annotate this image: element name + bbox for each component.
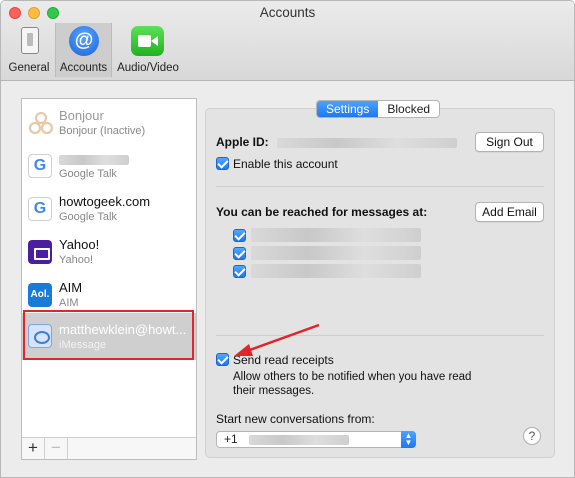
start-conversations-value: +1 bbox=[224, 432, 238, 446]
toolbar-audio-video-label: Audio/Video bbox=[117, 62, 179, 74]
toolbar-general[interactable]: General bbox=[6, 23, 52, 77]
title-bar: Accounts General @ Accounts Audio/Video bbox=[1, 1, 574, 81]
select-arrows-icon: ▲ ▼ bbox=[401, 431, 416, 448]
account-type: Google Talk bbox=[59, 168, 117, 180]
account-item-google-talk[interactable]: G Google Talk bbox=[22, 145, 196, 188]
apple-id-label: Apple ID: bbox=[216, 135, 269, 149]
redacted-text bbox=[251, 245, 421, 260]
account-type: Bonjour (Inactive) bbox=[59, 125, 146, 137]
account-item-aim[interactable]: Aol. AIM AIM bbox=[22, 274, 196, 317]
tab-settings[interactable]: Settings bbox=[317, 101, 379, 117]
account-item-bonjour[interactable]: Bonjour Bonjour (Inactive) bbox=[22, 102, 196, 145]
read-receipts-description: Allow others to be notified when you hav… bbox=[233, 371, 472, 397]
google-icon: G bbox=[28, 197, 52, 221]
account-name: Yahoo! bbox=[59, 237, 100, 252]
enable-account-label: Enable this account bbox=[233, 157, 338, 171]
settings-tabs: Settings Blocked bbox=[316, 100, 441, 118]
divider bbox=[216, 335, 544, 336]
aim-icon: Aol. bbox=[28, 283, 52, 307]
google-icon: G bbox=[28, 154, 52, 178]
general-switch-icon bbox=[21, 27, 39, 54]
add-account-button[interactable]: + bbox=[22, 438, 45, 459]
accounts-window: Accounts General @ Accounts Audio/Video … bbox=[0, 0, 575, 478]
redacted-text bbox=[251, 263, 421, 278]
remove-account-button[interactable]: − bbox=[45, 438, 68, 459]
reach-address-2-redacted bbox=[251, 245, 421, 260]
video-camera-icon bbox=[131, 26, 164, 56]
account-name: AIM bbox=[59, 280, 83, 295]
redacted-text bbox=[251, 227, 421, 242]
start-conversations-select[interactable]: +1 ▲ ▼ bbox=[216, 431, 416, 448]
reach-address-2-checkbox[interactable] bbox=[233, 247, 246, 260]
toolbar-accounts-label: Accounts bbox=[59, 62, 108, 74]
send-read-receipts-label: Send read receipts bbox=[233, 353, 334, 367]
account-type: AIM bbox=[59, 297, 79, 309]
reach-address-3-checkbox[interactable] bbox=[233, 265, 246, 278]
redacted-text bbox=[59, 154, 129, 165]
reach-address-3-redacted bbox=[251, 263, 421, 278]
account-type: Google Talk bbox=[59, 211, 117, 223]
start-conversations-label: Start new conversations from: bbox=[216, 412, 375, 426]
reach-address-1-redacted bbox=[251, 227, 421, 242]
account-name: howtogeek.com bbox=[59, 194, 151, 209]
account-name: Bonjour bbox=[59, 108, 104, 123]
toolbar-audio-video[interactable]: Audio/Video bbox=[113, 23, 183, 77]
imessage-icon bbox=[28, 324, 52, 348]
account-item-yahoo[interactable]: Yahoo! Yahoo! bbox=[22, 231, 196, 274]
accounts-list: Bonjour Bonjour (Inactive) G Google Talk… bbox=[21, 98, 197, 460]
add-email-button[interactable]: Add Email bbox=[475, 202, 544, 222]
apple-id-value-redacted bbox=[277, 135, 457, 149]
account-name: matthewklein@howt... bbox=[59, 322, 187, 337]
account-name-redacted bbox=[59, 151, 194, 166]
toolbar-accounts[interactable]: @ Accounts bbox=[55, 23, 112, 77]
bonjour-icon bbox=[28, 111, 54, 135]
account-type: iMessage bbox=[59, 339, 107, 351]
account-item-imessage[interactable]: matthewklein@howt... iMessage bbox=[22, 313, 196, 360]
tab-blocked[interactable]: Blocked bbox=[378, 101, 439, 117]
yahoo-icon bbox=[28, 240, 52, 264]
sign-out-button[interactable]: Sign Out bbox=[475, 132, 544, 152]
redacted-text bbox=[249, 434, 350, 445]
send-read-receipts-checkbox[interactable] bbox=[216, 353, 229, 366]
enable-account-checkbox[interactable] bbox=[216, 157, 229, 170]
account-type: Yahoo! bbox=[59, 254, 94, 266]
at-sign-icon: @ bbox=[69, 26, 99, 56]
help-button[interactable]: ? bbox=[523, 427, 541, 445]
toolbar-general-label: General bbox=[8, 62, 50, 74]
reachable-at-label: You can be reached for messages at: bbox=[216, 205, 428, 219]
window-title: Accounts bbox=[259, 5, 316, 20]
account-item-howtogeek[interactable]: G howtogeek.com Google Talk bbox=[22, 188, 196, 231]
camera-body-shape bbox=[138, 35, 151, 47]
divider bbox=[216, 186, 544, 187]
camera-lens-shape bbox=[151, 36, 158, 46]
redacted-text bbox=[277, 137, 457, 148]
accounts-list-footer: + − bbox=[22, 437, 196, 459]
reach-address-1-checkbox[interactable] bbox=[233, 229, 246, 242]
